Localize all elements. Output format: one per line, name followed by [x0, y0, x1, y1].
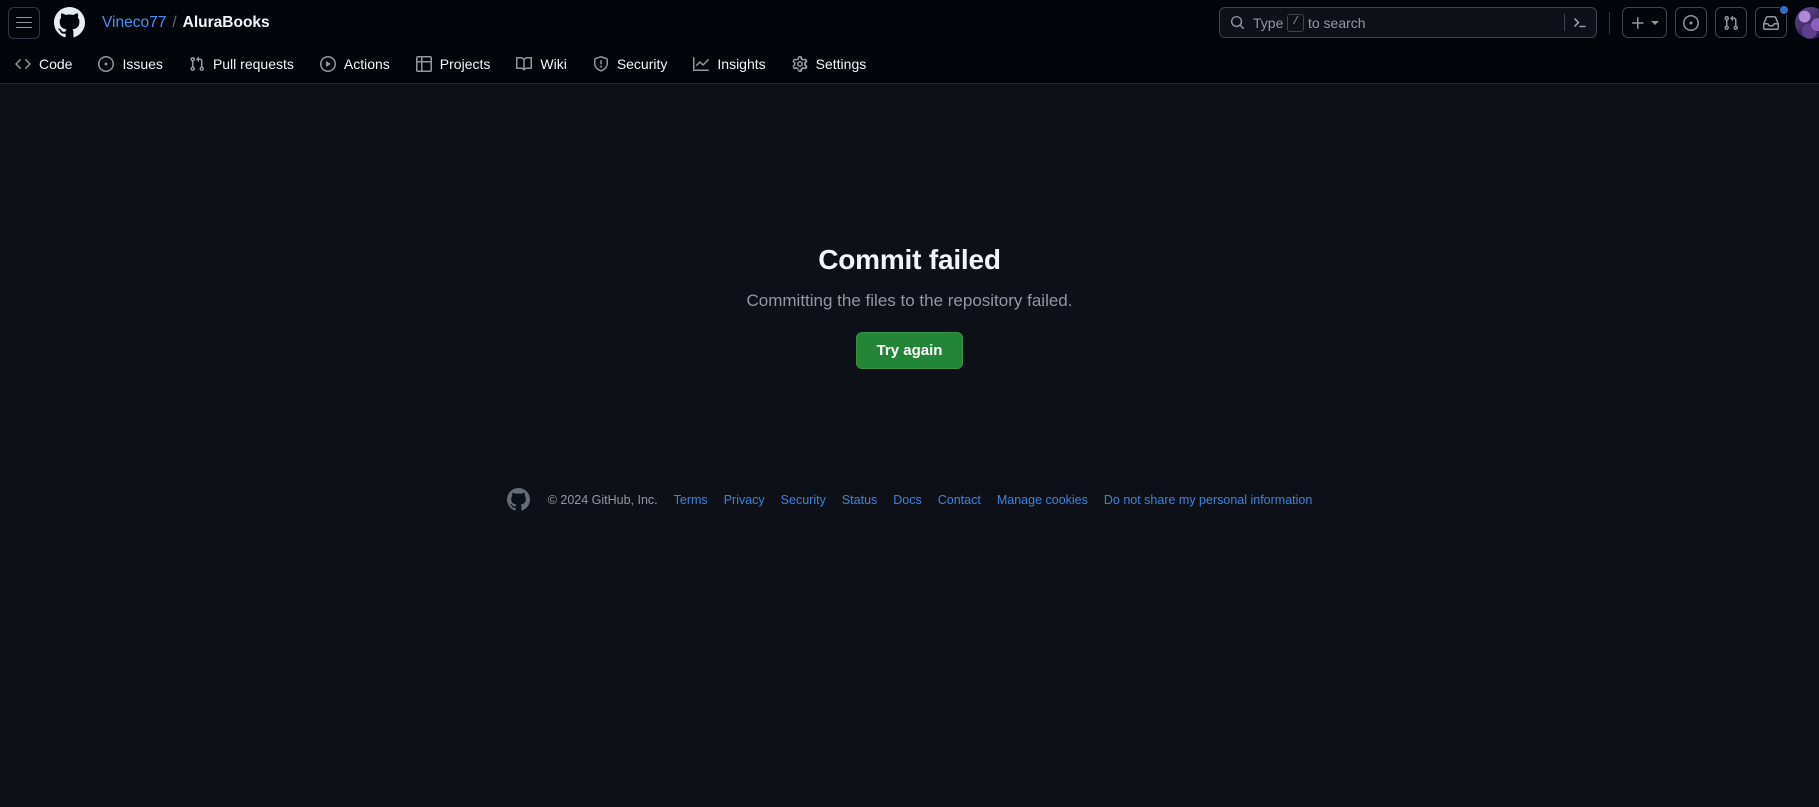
tab-settings[interactable]: Settings — [783, 51, 876, 77]
issue-opened-icon — [1683, 14, 1699, 31]
breadcrumb-separator: / — [172, 13, 177, 31]
create-new-button[interactable] — [1622, 7, 1667, 38]
try-again-button[interactable]: Try again — [855, 332, 964, 369]
gear-icon — [792, 56, 808, 72]
tab-pull-requests-label: Pull requests — [212, 56, 294, 72]
avatar[interactable] — [1795, 6, 1819, 39]
footer-link-do-not-share[interactable]: Do not share my personal information — [1104, 493, 1312, 507]
tab-projects[interactable]: Projects — [407, 51, 500, 77]
breadcrumb: Vineco77 / AluraBooks — [102, 14, 270, 32]
github-mark-icon — [506, 488, 530, 511]
breadcrumb-repo[interactable]: AluraBooks — [183, 14, 270, 32]
play-icon — [319, 56, 336, 72]
breadcrumb-owner[interactable]: Vineco77 — [102, 14, 166, 32]
notification-indicator-dot — [1779, 5, 1789, 15]
page-footer: © 2024 GitHub, Inc. Terms Privacy Securi… — [0, 488, 1819, 511]
code-icon — [15, 58, 31, 70]
tab-code-label: Code — [39, 56, 73, 72]
git-pull-request-icon — [1724, 15, 1739, 30]
git-pull-request-icon — [190, 56, 204, 72]
footer-link-status[interactable]: Status — [842, 493, 877, 507]
tab-actions[interactable]: Actions — [311, 51, 399, 77]
main-content: Commit failed Committing the files to th… — [0, 84, 1819, 807]
tab-projects-label: Projects — [439, 56, 491, 72]
tab-settings-label: Settings — [815, 56, 867, 72]
footer-link-manage-cookies[interactable]: Manage cookies — [997, 493, 1088, 507]
footer-link-contact[interactable]: Contact — [938, 493, 981, 507]
graph-icon — [693, 57, 710, 71]
header-actions: Type / to search — [1219, 5, 1819, 39]
tab-code[interactable]: Code — [6, 51, 81, 77]
tab-wiki[interactable]: Wiki — [507, 51, 575, 77]
github-logo-icon[interactable] — [53, 6, 86, 39]
command-palette-icon[interactable] — [1564, 14, 1588, 31]
search-placeholder: Type / to search — [1253, 13, 1366, 32]
pull-requests-button[interactable] — [1715, 7, 1747, 38]
tab-issues[interactable]: Issues — [89, 51, 171, 77]
search-icon — [1230, 15, 1245, 30]
chevron-down-icon — [1651, 20, 1659, 25]
footer-link-terms[interactable]: Terms — [674, 493, 708, 507]
footer-link-docs[interactable]: Docs — [893, 493, 921, 507]
book-icon — [516, 56, 533, 71]
error-description: Committing the files to the repository f… — [746, 291, 1073, 310]
footer-links: Terms Privacy Security Status Docs Conta… — [674, 493, 1313, 507]
shield-icon — [593, 56, 608, 72]
plus-icon — [1631, 16, 1644, 29]
footer-copyright: © 2024 GitHub, Inc. — [547, 492, 658, 507]
tab-actions-label: Actions — [343, 56, 390, 72]
footer-link-privacy[interactable]: Privacy — [724, 493, 765, 507]
repository-nav: Code Issues Pull requests Actions Projec… — [0, 45, 1819, 84]
tab-issues-label: Issues — [122, 56, 163, 72]
tab-insights[interactable]: Insights — [684, 51, 774, 77]
page-title: Commit failed — [818, 244, 1001, 275]
search-placeholder-prefix: Type — [1253, 14, 1284, 31]
commit-failed-blankslate: Commit failed Committing the files to th… — [0, 84, 1819, 369]
tab-security-label: Security — [616, 56, 668, 72]
tab-security[interactable]: Security — [584, 51, 677, 77]
search-key-hint: / — [1287, 13, 1304, 32]
issue-opened-icon — [98, 56, 115, 72]
footer-link-security[interactable]: Security — [781, 493, 826, 507]
global-header: Vineco77 / AluraBooks Type / to search — [0, 0, 1819, 45]
tab-insights-label: Insights — [717, 56, 766, 72]
tab-wiki-label: Wiki — [540, 56, 567, 72]
search-placeholder-suffix: to search — [1307, 14, 1366, 31]
header-divider — [1609, 11, 1610, 34]
tab-pull-requests[interactable]: Pull requests — [180, 51, 303, 77]
table-icon — [415, 56, 432, 72]
inbox-icon — [1763, 15, 1779, 30]
issues-button[interactable] — [1675, 7, 1707, 38]
search-input[interactable]: Type / to search — [1219, 7, 1597, 38]
notifications-button[interactable] — [1755, 5, 1789, 38]
hamburger-menu-icon[interactable] — [8, 6, 40, 39]
